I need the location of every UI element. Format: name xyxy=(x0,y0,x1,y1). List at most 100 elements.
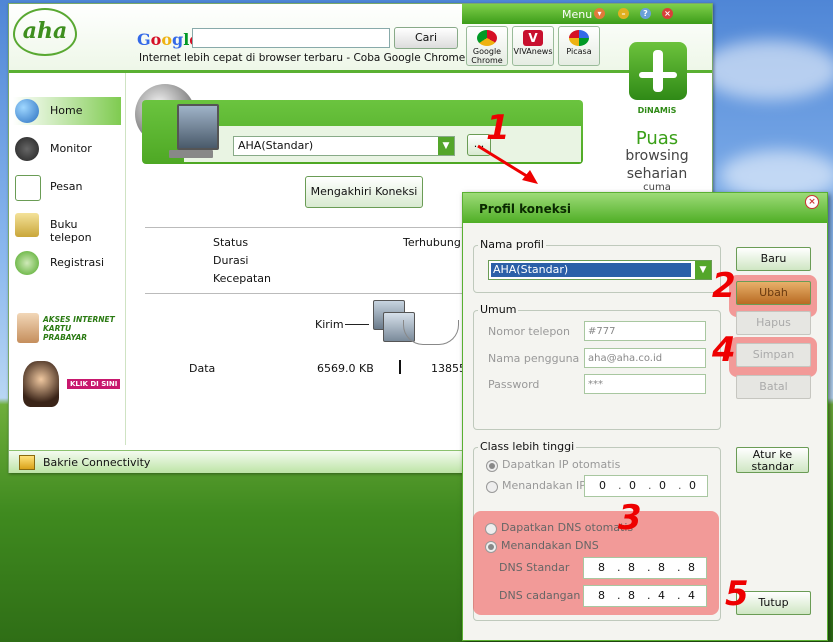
google-search-input[interactable] xyxy=(192,28,390,48)
ip-address-field[interactable]: 0. 0. 0. 0 xyxy=(584,475,708,497)
menu-dropdown-icon[interactable]: ▾ xyxy=(594,8,605,19)
disconnect-button[interactable]: Mengakhiri Koneksi xyxy=(305,176,423,208)
general-legend: Umum xyxy=(478,303,519,316)
status-bar-label: Bakrie Connectivity xyxy=(43,456,151,469)
dns-secondary-label: DNS cadangan xyxy=(499,589,581,602)
ip-auto-radio[interactable] xyxy=(486,460,498,472)
sidebar-item-label: Home xyxy=(50,104,83,117)
dns-primary-field[interactable]: 8. 8. 8. 8 xyxy=(583,557,707,579)
dinamis-ad-banner[interactable]: DiNAMiS Puas browsing seharian cuma xyxy=(607,42,707,193)
sidebar-item-label: Pesan xyxy=(50,180,83,193)
duration-label: Durasi xyxy=(213,254,249,267)
new-profile-button[interactable]: Baru xyxy=(736,247,811,271)
shortcut-picasa[interactable]: Picasa xyxy=(558,26,600,66)
ip-manual-radio[interactable] xyxy=(486,481,498,493)
promo-card-image xyxy=(17,313,39,343)
gear-icon xyxy=(15,251,39,275)
password-label: Password xyxy=(488,378,540,391)
google-logo: Google xyxy=(137,30,199,49)
promo-kartu-prabayar[interactable]: AKSES INTERNET KARTU PRABAYAR xyxy=(17,309,117,349)
cancel-button[interactable]: Batal xyxy=(736,375,811,399)
edit-profile-button[interactable]: Ubah xyxy=(736,281,811,305)
divider xyxy=(145,293,465,294)
data-separator xyxy=(399,360,401,374)
sidebar-item-label: Monitor xyxy=(50,142,92,155)
ad-line1: Puas xyxy=(635,128,679,149)
send-label: Kirim xyxy=(315,318,344,331)
sidebar-item-label: Buku telepon xyxy=(50,218,92,244)
phonebook-icon xyxy=(15,213,39,237)
ad-line3: seharian xyxy=(626,166,688,182)
dialog-close-icon[interactable]: × xyxy=(805,195,819,209)
shortcut-label: VIVAnews xyxy=(513,47,553,56)
connectivity-icon xyxy=(19,455,35,470)
speed-label: Kecepatan xyxy=(213,272,271,285)
sidebar-item-label: Registrasi xyxy=(50,256,105,269)
dns-primary-label: DNS Standar xyxy=(499,561,570,574)
monitor-icon xyxy=(15,137,39,161)
dialog-title-bar: Profil koneksi × xyxy=(463,193,827,223)
chevron-down-icon[interactable]: ▼ xyxy=(695,261,711,279)
shortcut-label: Google Chrome xyxy=(471,47,503,65)
advanced-legend: Class lebih tinggi xyxy=(478,440,577,453)
username-field[interactable]: aha@aha.co.id xyxy=(584,348,706,368)
annotation-number-1: 1 xyxy=(486,108,510,148)
promo-button-text: KLIK DI SINI xyxy=(67,379,121,389)
chrome-icon xyxy=(477,30,497,46)
sidebar-item-monitor[interactable]: Monitor xyxy=(13,135,121,163)
ad-line2: browsing xyxy=(625,148,689,164)
ad-brand: DiNAMiS xyxy=(637,106,677,115)
sidebar-item-home[interactable]: Home xyxy=(13,97,121,125)
save-profile-button[interactable]: Simpan xyxy=(736,343,811,367)
menu-bar: Menu ▾ – ? × xyxy=(462,4,712,24)
dialog-title: Profil koneksi xyxy=(479,202,571,216)
password-field[interactable]: *** xyxy=(584,374,706,394)
home-globe-icon xyxy=(15,99,39,123)
dns-secondary-field[interactable]: 8. 8. 4. 4 xyxy=(583,585,707,607)
ip-auto-label: Dapatkan IP otomatis xyxy=(502,458,621,471)
profile-name-legend: Nama profil xyxy=(478,238,546,251)
annotation-number-3: 3 xyxy=(618,498,642,538)
phone-label: Nomor telepon xyxy=(488,325,571,338)
menu-label[interactable]: Menu xyxy=(562,8,592,21)
username-label: Nama pengguna xyxy=(488,352,580,365)
phone-field[interactable]: #777 xyxy=(584,321,706,341)
vivanews-icon: V xyxy=(523,30,543,46)
profile-dialog: Profil koneksi × Nama profil AHA(Standar… xyxy=(462,192,828,641)
sidebar-item-buku-telepon[interactable]: Buku telepon xyxy=(13,211,121,244)
shortcut-google-chrome[interactable]: Google Chrome xyxy=(466,26,508,66)
delete-profile-button[interactable]: Hapus xyxy=(736,311,811,335)
sidebar-item-pesan[interactable]: Pesan xyxy=(13,173,121,201)
chrome-tagline[interactable]: Internet lebih cepat di browser terbaru … xyxy=(139,52,465,64)
computer-base xyxy=(169,150,213,158)
shortcut-vivanews[interactable]: V VIVAnews xyxy=(512,26,554,66)
profile-name-value: AHA(Standar) xyxy=(491,263,691,277)
dinamis-figure-icon xyxy=(629,42,687,100)
help-icon[interactable]: ? xyxy=(640,8,651,19)
promo-person-image xyxy=(23,361,59,407)
close-icon[interactable]: × xyxy=(662,8,673,19)
sidebar: Home Monitor Pesan Buku telepon Registra… xyxy=(9,73,126,445)
dns-auto-radio[interactable] xyxy=(485,523,497,535)
sidebar-item-registrasi[interactable]: Registrasi xyxy=(13,249,121,277)
annotation-number-5: 5 xyxy=(725,574,749,614)
reset-default-button[interactable]: Atur ke standar xyxy=(736,447,809,473)
profile-name-select[interactable]: AHA(Standar) ▼ xyxy=(488,260,712,280)
chevron-down-icon[interactable]: ▼ xyxy=(438,137,454,155)
status-label: Status xyxy=(213,236,249,249)
profile-name-group: Nama profil AHA(Standar) ▼ xyxy=(473,238,721,293)
divider xyxy=(145,227,465,228)
aha-logo: aha xyxy=(13,8,77,56)
promo-klik-di-sini[interactable]: KLIK DI SINI xyxy=(21,361,121,409)
ip-manual-label: Menandakan IP xyxy=(502,479,586,492)
dns-manual-radio[interactable] xyxy=(485,541,497,553)
profile-select[interactable]: AHA(Standar) ▼ xyxy=(233,136,455,156)
search-button[interactable]: Cari xyxy=(394,27,458,49)
data-label: Data xyxy=(189,362,216,375)
general-group: Umum Nomor telepon #777 Nama pengguna ah… xyxy=(473,303,721,430)
picasa-icon xyxy=(569,30,589,46)
dns-manual-label: Menandakan DNS xyxy=(501,539,599,552)
shortcut-label: Picasa xyxy=(566,47,592,56)
minimize-icon[interactable]: – xyxy=(618,8,629,19)
annotation-number-2: 2 xyxy=(712,266,736,306)
